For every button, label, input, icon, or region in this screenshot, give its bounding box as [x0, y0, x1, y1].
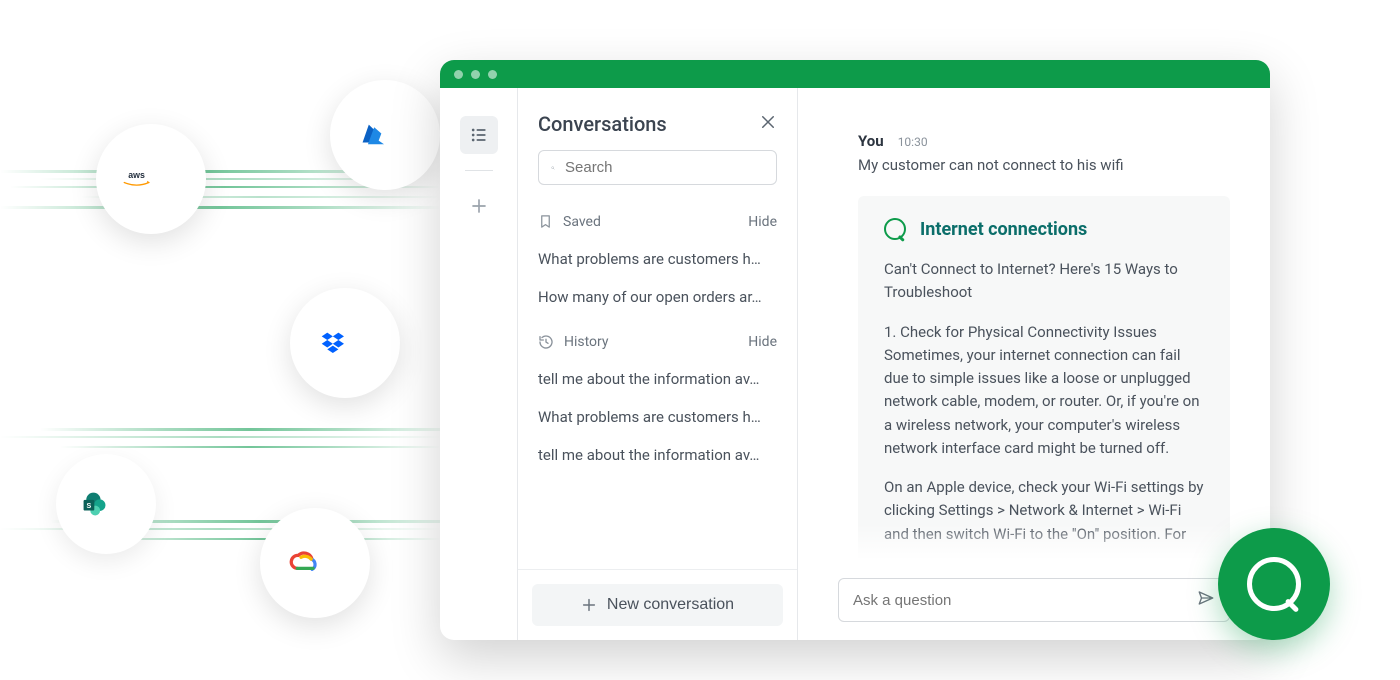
integration-sharepoint: S [56, 454, 156, 554]
conversations-panel: Conversations [518, 88, 798, 640]
answer-paragraph: On an Apple device, check your Wi-Fi set… [884, 476, 1204, 546]
answer-paragraph: 1. Check for Physical Connectivity Issue… [884, 321, 1204, 461]
svg-text:aws: aws [128, 170, 145, 180]
bookmark-icon [538, 213, 553, 230]
assistant-fab[interactable] [1218, 528, 1330, 640]
integration-aws: aws [96, 124, 206, 234]
sharepoint-icon: S [80, 490, 132, 519]
history-item[interactable]: What problems are customers h… [518, 398, 797, 436]
googlecloud-icon [288, 548, 342, 578]
saved-section-label: Saved [563, 214, 601, 230]
user-message: My customer can not connect to his wifi [858, 156, 1230, 174]
rail-add-button[interactable] [460, 187, 498, 225]
send-icon [1197, 589, 1215, 607]
history-icon [538, 334, 554, 350]
traffic-light-close[interactable] [454, 70, 463, 79]
chat-area: You 10:30 My customer can not connect to… [798, 88, 1270, 640]
new-conversation-label: New conversation [607, 596, 734, 614]
answer-body: Can't Connect to Internet? Here's 15 Way… [884, 258, 1204, 546]
svg-text:S: S [87, 502, 92, 510]
send-button[interactable] [1197, 589, 1215, 611]
saved-hide-button[interactable]: Hide [748, 214, 777, 230]
close-icon [759, 113, 777, 131]
list-icon [469, 125, 489, 145]
chat-scroll: You 10:30 My customer can not connect to… [798, 88, 1270, 564]
history-hide-button[interactable]: Hide [748, 334, 777, 350]
integration-googlecloud [260, 508, 370, 618]
rail-conversations-button[interactable] [460, 116, 498, 154]
close-panel-button[interactable] [759, 113, 777, 135]
search-input[interactable] [565, 159, 764, 176]
brand-icon [884, 218, 906, 240]
plus-icon [470, 197, 488, 215]
message-author: You [858, 132, 884, 150]
answer-card: Internet connections Can't Connect to In… [858, 196, 1230, 564]
answer-paragraph: Can't Connect to Internet? Here's 15 Way… [884, 258, 1204, 305]
app-window: Conversations [440, 60, 1270, 640]
plus-icon [581, 597, 597, 613]
brand-search-icon [1247, 557, 1301, 611]
dropbox-icon [318, 328, 372, 358]
traffic-light-minimize[interactable] [471, 70, 480, 79]
traffic-light-zoom[interactable] [488, 70, 497, 79]
aws-icon: aws [119, 168, 183, 190]
conversations-title: Conversations [538, 112, 667, 136]
message-time: 10:30 [898, 135, 928, 149]
chat-input-wrap[interactable] [838, 578, 1230, 622]
saved-item[interactable]: How many of our open orders ar… [518, 278, 797, 316]
integration-dropbox [290, 288, 400, 398]
new-conversation-button[interactable]: New conversation [532, 584, 783, 626]
left-rail [440, 88, 518, 640]
integration-azure [330, 80, 440, 190]
saved-item[interactable]: What problems are customers h… [518, 240, 797, 278]
window-titlebar [440, 60, 1270, 88]
history-section-label: History [564, 334, 609, 350]
history-item[interactable]: tell me about the information av… [518, 360, 797, 398]
chat-input[interactable] [853, 592, 1197, 609]
search-input-wrap[interactable] [538, 150, 777, 185]
answer-title: Internet connections [920, 219, 1087, 240]
history-item[interactable]: tell me about the information av… [518, 436, 797, 474]
rail-divider [465, 170, 493, 171]
azure-icon [359, 121, 411, 150]
search-icon [551, 160, 555, 176]
